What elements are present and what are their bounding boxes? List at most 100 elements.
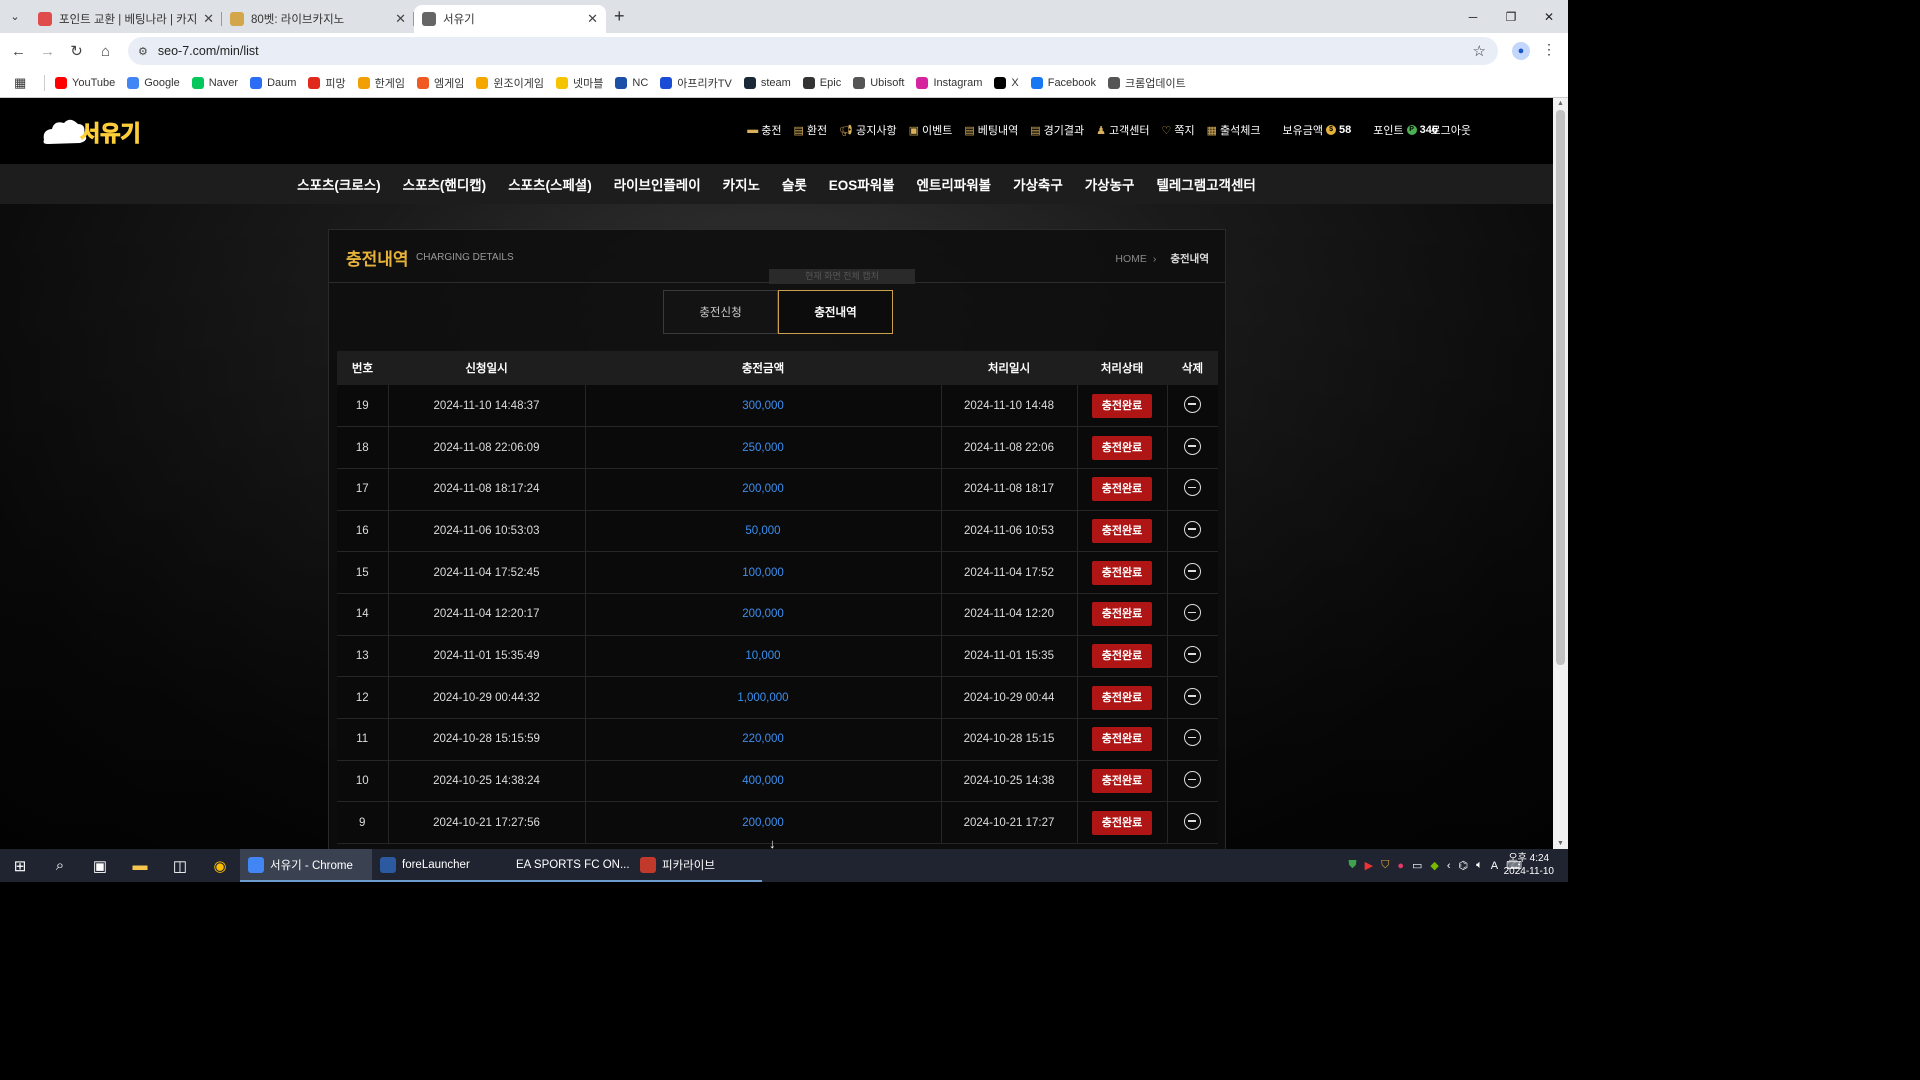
bookmark-item[interactable]: steam [743,75,791,91]
bookmark-item[interactable]: Ubisoft [853,75,904,91]
site-info-icon[interactable]: ⚙ [138,45,148,58]
browser-tab[interactable]: 서유기 ✕ [414,5,606,33]
chevron-icon[interactable]: ‹ [1447,860,1451,872]
scroll-down-icon[interactable]: ▼ [1557,840,1564,847]
top-link[interactable]: 📢︎ 공지사항 [839,122,896,138]
tab-charge-history[interactable]: 충전내역 [778,290,893,334]
bookmark-item[interactable]: YouTube [55,75,115,91]
tab-close-icon[interactable]: ✕ [203,11,214,27]
wifi-icon[interactable]: ⌬ [1459,859,1469,872]
main-nav-item[interactable]: 엔트리파워볼 [917,174,992,194]
bookmark-item[interactable]: 엠게임 [417,75,464,91]
top-link[interactable]: ♡ 쪽지 [1162,122,1195,138]
main-nav-item[interactable]: EOS파워볼 [829,174,895,194]
bookmark-item[interactable]: Facebook [1030,75,1096,91]
tab-search-icon[interactable]: ⌄ [0,0,30,33]
url-bar[interactable]: ⚙ seo-7.com/min/list ☆ [128,37,1498,65]
volume-icon[interactable]: 🔈︎ [1476,859,1483,872]
scroll-down-arrow-icon[interactable]: ↓ [769,836,776,849]
reload-icon[interactable]: ↻ [62,42,91,60]
logout-link[interactable]: 로그아웃 [1431,122,1471,138]
bookmark-item[interactable]: 피망 [308,75,346,91]
main-nav-item[interactable]: 슬롯 [782,174,807,194]
bookmark-item[interactable]: NC [615,75,648,91]
page-scrollbar[interactable]: ▲ ▼ [1553,98,1568,849]
top-link[interactable]: ♟ 고객센터 [1096,122,1149,138]
delete-minus-icon[interactable] [1184,520,1202,538]
new-tab-button[interactable]: + [614,6,625,27]
main-nav-item[interactable]: 텔레그램고객센터 [1156,174,1255,194]
bookmark-item[interactable]: Daum [250,75,296,91]
top-link[interactable]: ▬ 충전 [747,122,781,138]
bookmark-item[interactable]: 아프리카TV [660,75,732,91]
top-link[interactable]: ▤ 베팅내역 [964,122,1018,138]
delete-minus-icon[interactable] [1184,437,1202,455]
apps-grid-icon[interactable]: ▦ [14,75,30,91]
bookmark-item[interactable]: Naver [191,75,238,91]
top-link[interactable]: ▤ 환전 [793,122,827,138]
delete-minus-icon[interactable] [1184,479,1202,497]
taskbar-app[interactable]: EA SPORTS FC ON... [502,849,632,882]
taskbar-app[interactable]: 서유기 - Chrome [240,849,372,882]
main-nav-item[interactable]: 스포츠(핸디캡) [403,174,487,194]
taskbar-app[interactable]: 피카라이브 [632,849,762,882]
scrollbar-thumb[interactable] [1556,110,1565,665]
windows-start-icon[interactable]: ⊞ [0,849,40,882]
browser-tab[interactable]: 80벳: 라이브카지노 ✕ [222,5,414,33]
profile-avatar-icon[interactable]: ● [1512,42,1530,60]
delete-minus-icon[interactable] [1184,562,1202,580]
bookmark-item[interactable]: 한게임 [357,75,405,91]
top-link[interactable]: ▦ 출석체크 [1207,122,1261,138]
main-nav-item[interactable]: 스포츠(스페셜) [508,174,592,194]
main-nav-item[interactable]: 카지노 [723,174,760,194]
chrome-icon[interactable]: ◉ [200,849,240,882]
site-logo[interactable]: 서유기 [40,112,156,152]
breadcrumb-home[interactable]: HOME [1115,253,1147,265]
main-nav-item[interactable]: 가상축구 [1013,174,1063,194]
network-icon[interactable]: ▭ [1412,859,1422,872]
restore-icon[interactable]: ❐ [1492,0,1530,33]
play-icon[interactable]: ▶ [1365,859,1373,872]
bookmark-item[interactable]: 크롬업데이트 [1108,75,1186,91]
bookmark-item[interactable]: 넷마블 [556,75,603,91]
bookmark-item[interactable]: Epic [802,75,841,91]
taskbar-clock[interactable]: 오후 4:24 2024-11-10 [1504,852,1554,878]
delete-minus-icon[interactable] [1184,812,1202,830]
bookmark-item[interactable]: X [994,75,1019,91]
tab-close-icon[interactable]: ✕ [587,11,598,27]
top-link[interactable]: ▣ 이벤트 [909,122,953,138]
top-link[interactable]: ▤ 경기결과 [1030,122,1084,138]
nvidia-icon[interactable]: ◆ [1430,859,1438,872]
delete-minus-icon[interactable] [1184,604,1202,622]
file-explorer-icon[interactable]: ▬ [120,849,160,882]
close-window-icon[interactable]: ✕ [1530,0,1568,33]
home-icon[interactable]: ⌂ [91,43,120,60]
bookmark-item[interactable]: 윈조이게임 [476,75,544,91]
main-nav-item[interactable]: 라이브인플레이 [614,174,701,194]
store-icon[interactable]: ◫ [160,849,200,882]
search-icon[interactable]: ⌕ [40,849,80,882]
delete-minus-icon[interactable] [1184,645,1202,663]
delete-minus-icon[interactable] [1184,771,1202,789]
tab-close-icon[interactable]: ✕ [395,11,406,27]
main-nav-item[interactable]: 스포츠(크로스) [297,174,381,194]
browser-tab[interactable]: 포인트 교환 | 베팅나라 | 카지노 ✕ [30,5,222,33]
security-icon[interactable]: ⛉ [1381,859,1389,872]
app-tray-icon[interactable]: ● [1397,860,1404,872]
ime-indicator[interactable]: A [1491,860,1498,872]
delete-minus-icon[interactable] [1184,729,1202,747]
delete-minus-icon[interactable] [1184,687,1202,705]
scroll-up-icon[interactable]: ▲ [1557,100,1564,107]
back-icon[interactable]: ← [4,43,33,60]
forward-icon[interactable]: → [33,43,62,60]
shield-icon[interactable]: ⛊ [1348,859,1356,872]
minimize-icon[interactable]: ─ [1454,0,1492,33]
browser-menu-icon[interactable]: ⋮ [1542,41,1556,58]
tab-charge-request[interactable]: 충전신청 [663,290,778,334]
bookmark-item[interactable]: Google [127,75,180,91]
bookmark-item[interactable]: Instagram [916,75,982,91]
main-nav-item[interactable]: 가상농구 [1085,174,1135,194]
task-view-icon[interactable]: ▣ [80,849,120,882]
delete-minus-icon[interactable] [1184,395,1202,413]
taskbar-app[interactable]: foreLauncher [372,849,502,882]
